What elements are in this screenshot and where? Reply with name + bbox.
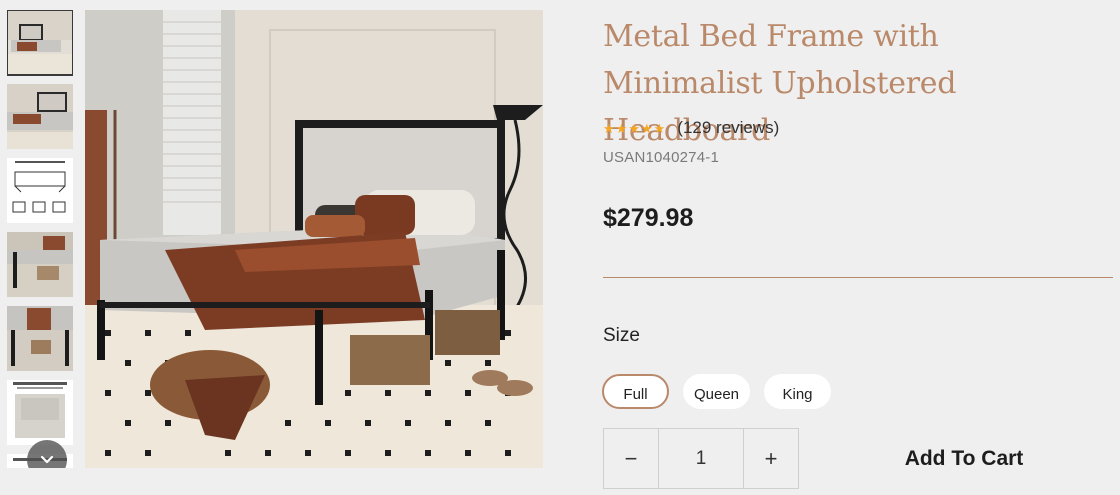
increment-button[interactable]: + [743, 429, 798, 488]
add-to-cart-button[interactable]: Add To Cart [850, 428, 1078, 489]
decrement-button[interactable]: − [604, 429, 659, 488]
quantity-input[interactable]: 1 [659, 429, 743, 488]
thumbnail-5[interactable] [7, 306, 73, 371]
star-icon: ★ [628, 120, 640, 136]
reviews-link[interactable]: (129 reviews) [677, 118, 779, 138]
star-rating: ★ ★ ★ ★ ★ [603, 122, 665, 135]
size-label: Size [603, 325, 640, 346]
product-price: $279.98 [603, 204, 694, 232]
thumbnail-2[interactable] [7, 84, 73, 149]
size-option-queen[interactable]: Queen [683, 374, 750, 409]
size-option-king[interactable]: King [764, 374, 831, 409]
product-sku: USAN1040274-1 [603, 149, 720, 166]
thumbnail-3[interactable] [7, 158, 73, 223]
size-option-full[interactable]: Full [602, 374, 669, 409]
star-icon: ★ [653, 120, 666, 136]
chevron-down-icon [40, 455, 54, 464]
thumbnail-4[interactable] [7, 232, 73, 297]
size-options: Full Queen King [602, 374, 831, 409]
thumbnail-1[interactable] [7, 10, 73, 76]
star-icon: ★ [615, 120, 628, 136]
rating-row[interactable]: ★ ★ ★ ★ ★ (129 reviews) [603, 117, 779, 139]
thumbnail-strip [7, 10, 73, 468]
quantity-stepper: − 1 + [603, 428, 799, 489]
main-product-image[interactable] [85, 10, 543, 468]
divider [603, 277, 1113, 278]
thumbnail-6[interactable] [7, 380, 73, 445]
star-icon: ★ [640, 120, 653, 136]
star-icon: ★ [603, 120, 615, 136]
